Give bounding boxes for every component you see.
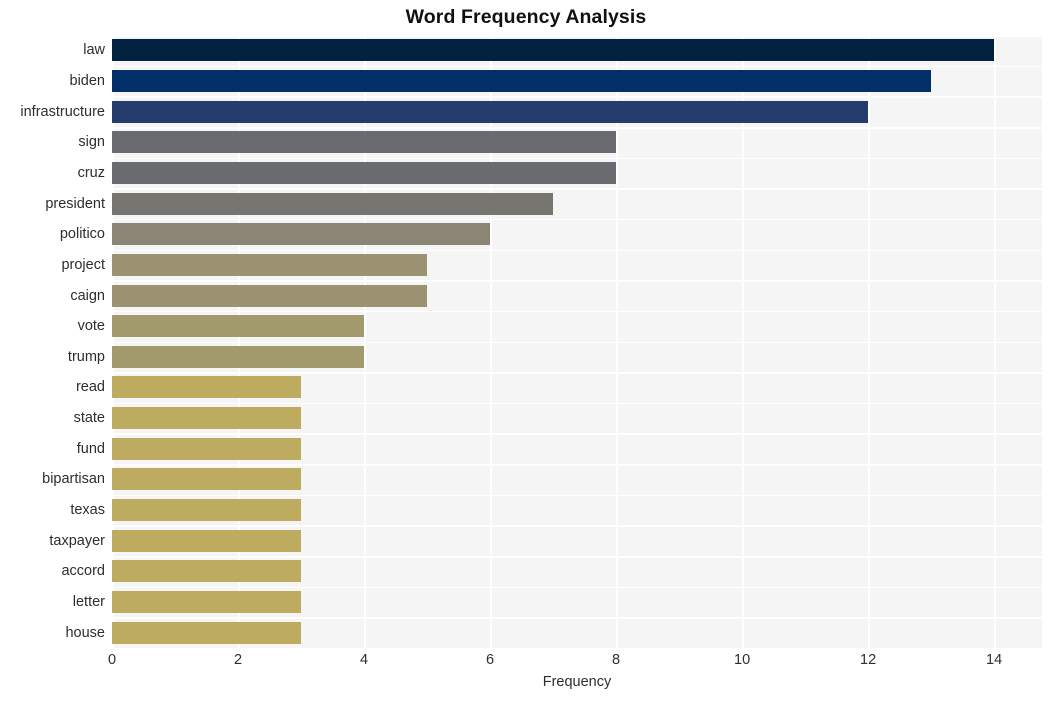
x-axis-tick-4: 4 [359, 652, 369, 668]
bar [112, 560, 302, 583]
chart-title: Word Frequency Analysis [405, 6, 647, 28]
bar [112, 376, 302, 399]
bar [112, 345, 365, 368]
horizontal-gridline [112, 65, 1042, 68]
y-axis-label-texas: texas [70, 502, 105, 519]
horizontal-gridline [112, 126, 1042, 129]
y-axis-label-accord: accord [61, 563, 105, 580]
y-axis-label-president: president [45, 195, 105, 212]
bar [112, 284, 428, 307]
bar [112, 591, 302, 614]
bar [112, 223, 491, 246]
plot-area [112, 35, 1042, 648]
horizontal-gridline [112, 372, 1042, 374]
x-axis-tick-12: 12 [860, 652, 877, 668]
bar [112, 529, 302, 552]
x-axis-tick-2: 2 [233, 652, 243, 668]
horizontal-gridline [112, 157, 1042, 160]
y-axis-label-caign: caign [70, 287, 105, 304]
word-frequency-chart: Word Frequency Analysis law biden infrastr… [0, 0, 1052, 701]
horizontal-gridline [112, 96, 1042, 98]
horizontal-gridline [112, 188, 1042, 190]
y-axis-label-sign: sign [78, 134, 105, 151]
y-axis-label-fund: fund [76, 440, 105, 457]
horizontal-gridline [112, 280, 1042, 282]
x-axis-tick-6: 6 [486, 652, 495, 668]
y-axis-label-bipartisan: bipartisan [42, 471, 105, 488]
y-axis-label-trump: trump [67, 348, 105, 365]
y-axis-label-state: state [73, 410, 105, 427]
bar [112, 69, 932, 92]
bar [112, 499, 302, 522]
horizontal-gridline [112, 494, 1042, 497]
bar [112, 253, 428, 276]
bar [112, 192, 554, 215]
y-axis-label-cruz: cruz [77, 164, 105, 181]
horizontal-gridline [112, 556, 1042, 558]
y-axis-label-taxpayer: taxpayer [49, 532, 105, 549]
y-axis-label-letter: letter [72, 594, 105, 611]
x-axis-tick-labels: 0 2 4 6 8 10 12 14 [0, 652, 1052, 674]
horizontal-gridline [112, 218, 1042, 221]
bar [112, 468, 302, 491]
y-axis-tick-labels: law biden infrastructure sign cruz president p… [0, 35, 105, 648]
horizontal-gridline [112, 35, 1042, 37]
x-axis-tick-10: 10 [734, 652, 751, 668]
y-axis-label-project: project [61, 256, 105, 273]
bar [112, 131, 617, 154]
horizontal-gridline [112, 464, 1042, 466]
y-axis-label-biden: biden [69, 72, 105, 89]
bar [112, 407, 302, 430]
horizontal-gridline [112, 586, 1042, 589]
x-axis-title: Frequency [542, 674, 612, 690]
x-axis-tick-0: 0 [107, 652, 117, 668]
bar [112, 161, 617, 184]
horizontal-gridline [112, 402, 1042, 405]
bar [112, 39, 995, 62]
y-axis-label-vote: vote [77, 318, 105, 335]
y-axis-label-law: law [83, 42, 105, 59]
horizontal-gridline [112, 341, 1042, 344]
horizontal-gridline [112, 433, 1042, 436]
bar [112, 315, 365, 338]
bar [112, 621, 302, 644]
y-axis-label-politico: politico [59, 226, 105, 243]
horizontal-gridline [112, 249, 1042, 252]
y-axis-label-infrastructure: infrastructure [20, 103, 105, 120]
bar [112, 437, 302, 460]
x-axis-tick-8: 8 [612, 652, 621, 668]
bar [112, 100, 869, 123]
y-axis-label-house: house [65, 624, 105, 641]
horizontal-gridline [112, 310, 1042, 313]
horizontal-gridline [112, 617, 1042, 619]
x-axis-tick-14: 14 [986, 652, 1003, 668]
horizontal-gridline [112, 525, 1042, 527]
y-axis-label-read: read [75, 379, 105, 396]
